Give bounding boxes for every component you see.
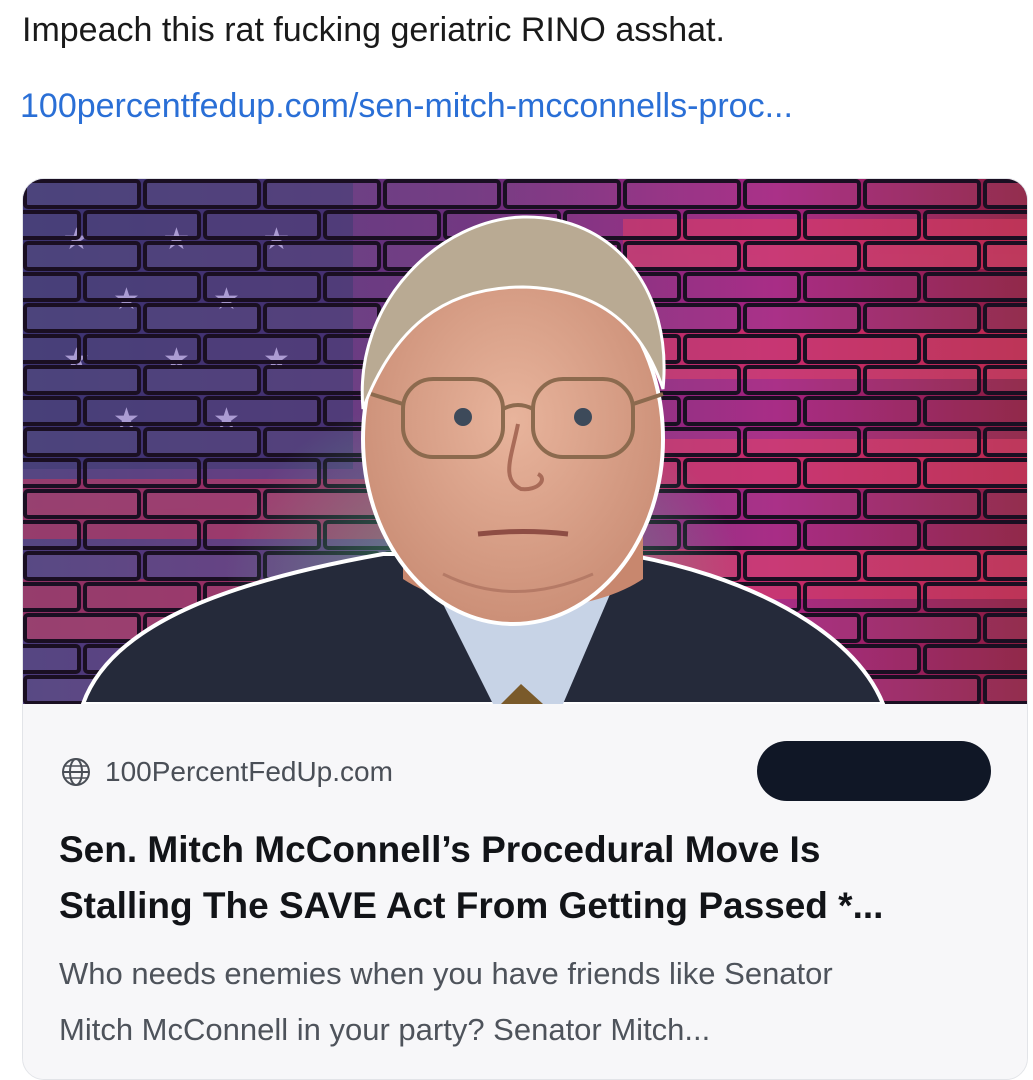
card-description: Who needs enemies when you have friends …: [59, 946, 999, 1058]
card-title[interactable]: Sen. Mitch McConnell’s Procedural Move I…: [59, 822, 989, 934]
domain-row: 100PercentFedUp.com: [61, 756, 393, 788]
post-text: Impeach this rat fucking geriatric RINO …: [22, 11, 725, 49]
globe-icon: [61, 757, 91, 787]
redaction-bar: [757, 741, 991, 801]
card-meta: 100PercentFedUp.com Sen. Mitch McConnell…: [23, 704, 1027, 1079]
card-title-line-2: Stalling The SAVE Act From Getting Passe…: [59, 885, 884, 926]
card-description-line-2: Mitch McConnell in your party? Senator M…: [59, 1012, 711, 1047]
link-preview-card[interactable]: ★★★ ★★ ★★★ ★★: [22, 178, 1028, 1080]
card-title-line-1: Sen. Mitch McConnell’s Procedural Move I…: [59, 829, 821, 870]
post-link[interactable]: 100percentfedup.com/sen-mitch-mcconnells…: [20, 84, 793, 128]
card-description-line-1: Who needs enemies when you have friends …: [59, 956, 833, 991]
card-image[interactable]: ★★★ ★★ ★★★ ★★: [23, 179, 1027, 704]
card-domain: 100PercentFedUp.com: [105, 756, 393, 787]
